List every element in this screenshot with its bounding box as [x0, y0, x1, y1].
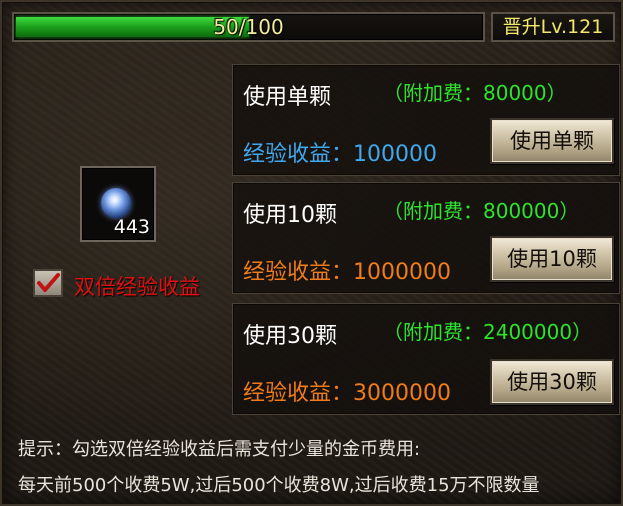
option-fee: （附加费：800000） — [383, 199, 580, 223]
exp-progress-bar: 50/100 — [12, 12, 485, 42]
option-fee: （附加费：2400000） — [383, 320, 593, 344]
double-exp-label: 双倍经验收益 — [74, 275, 200, 299]
item-slot[interactable]: 443 — [80, 166, 156, 242]
option-exp-gain: 经验收益：100000 — [243, 136, 437, 168]
exp-gain-label: 经验收益： — [243, 142, 354, 167]
exp-orb-icon — [101, 188, 131, 218]
hint-line-1: 提示：勾选双倍经验收益后需支付少量的金币费用: — [18, 439, 421, 460]
exp-gain-value: 100000 — [353, 142, 437, 167]
option-title: 使用10颗 — [243, 203, 337, 228]
option-fee: （附加费：80000） — [383, 81, 567, 105]
promotion-level-text: 晋升Lv.121 — [502, 16, 604, 38]
exp-gain-value: 3000000 — [353, 381, 451, 406]
promotion-level-box: 晋升Lv.121 — [491, 12, 615, 42]
checkmark-icon — [37, 273, 60, 292]
exp-gain-label: 经验收益： — [243, 260, 354, 285]
option-panel-30: 使用30颗 （附加费：2400000） 经验收益：3000000 使用30颗 — [232, 303, 620, 415]
exp-orb-panel: 50/100 晋升Lv.121 443 双倍经验收益 使用单颗 （附加费：800… — [0, 0, 623, 506]
option-panel-10: 使用10颗 （附加费：800000） 经验收益：1000000 使用10颗 — [232, 182, 620, 294]
double-exp-checkbox[interactable] — [33, 269, 63, 297]
exp-gain-value: 1000000 — [353, 260, 451, 285]
option-title: 使用30颗 — [243, 324, 337, 349]
progress-text: 50/100 — [213, 15, 284, 39]
option-exp-gain: 经验收益：3000000 — [243, 375, 451, 407]
option-panel-single: 使用单颗 （附加费：80000） 经验收益：100000 使用单颗 — [232, 64, 620, 176]
exp-gain-label: 经验收益： — [243, 381, 354, 406]
option-title: 使用单颗 — [243, 85, 332, 110]
hint-line-2: 每天前500个收费5W,过后500个收费8W,过后收费15万不限数量 — [18, 475, 540, 496]
option-exp-gain: 经验收益：1000000 — [243, 254, 451, 286]
item-count: 443 — [113, 216, 150, 238]
use-10-button[interactable]: 使用10颗 — [490, 236, 614, 282]
use-30-button[interactable]: 使用30颗 — [490, 359, 614, 405]
use-single-button[interactable]: 使用单颗 — [490, 118, 614, 164]
